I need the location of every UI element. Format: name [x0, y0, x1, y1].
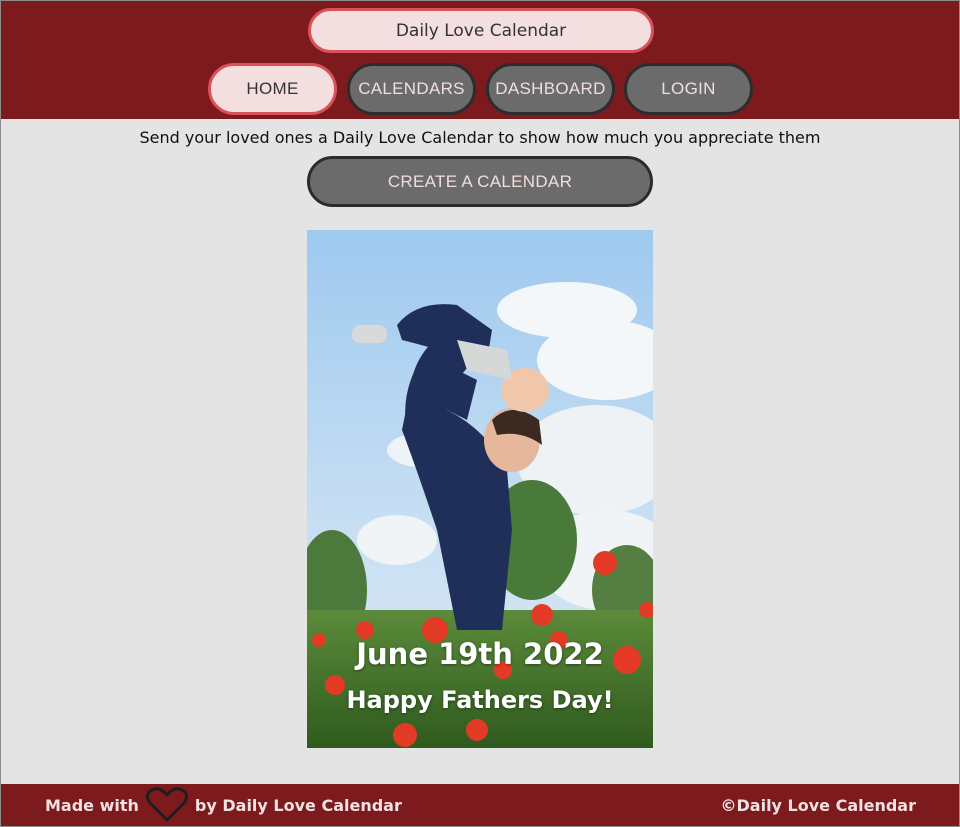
- nav-dashboard-button[interactable]: DASHBOARD: [486, 63, 615, 115]
- copyright-text: ©Daily Love Calendar: [720, 795, 917, 815]
- nav-calendars-button[interactable]: CALENDARS: [347, 63, 476, 115]
- made-with-credit: Made with by Daily Love Calendar: [45, 784, 402, 826]
- hero-image: June 19th 2022 Happy Fathers Day!: [307, 230, 653, 748]
- site-title[interactable]: Daily Love Calendar: [308, 8, 654, 53]
- main-nav: HOME CALENDARS DASHBOARD LOGIN: [1, 63, 959, 117]
- nav-home-button[interactable]: HOME: [208, 63, 337, 115]
- hero-message: Happy Fathers Day!: [346, 686, 614, 714]
- made-by-text: by Daily Love Calendar: [194, 795, 402, 815]
- create-calendar-button[interactable]: CREATE A CALENDAR: [307, 156, 653, 207]
- heart-outline-icon: [145, 787, 189, 823]
- made-with-text: Made with: [45, 795, 139, 815]
- site-footer: Made with by Daily Love Calendar ©Daily …: [1, 784, 959, 826]
- site-header: Daily Love Calendar HOME CALENDARS DASHB…: [1, 1, 959, 119]
- tagline-text: Send your loved ones a Daily Love Calend…: [139, 128, 821, 147]
- hero-date: June 19th 2022: [356, 637, 604, 671]
- nav-login-button[interactable]: LOGIN: [624, 63, 753, 115]
